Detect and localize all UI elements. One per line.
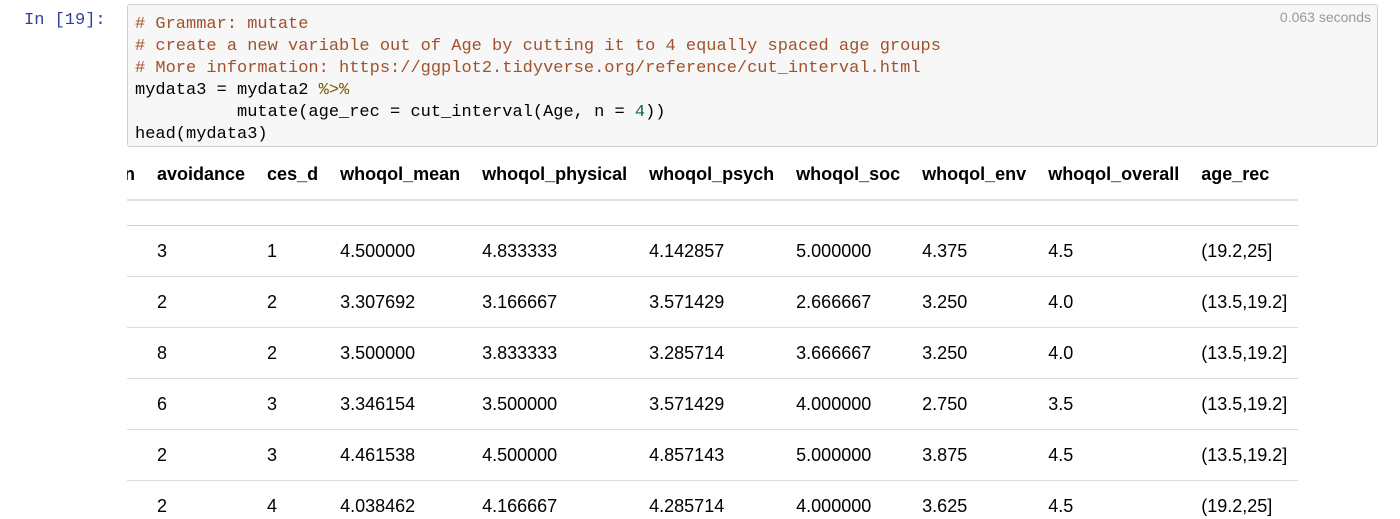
table-row: 8 2 3.500000 3.833333 3.285714 3.666667 … [127, 327, 1299, 379]
table-cell: 4.500000 [329, 225, 472, 277]
table-cell: 4.500000 [471, 429, 639, 481]
table-cell: 4.038462 [329, 480, 472, 519]
table-cell: 4.5 [1037, 225, 1191, 277]
table-cell: 2 [146, 429, 257, 481]
table-cell: 4.833333 [471, 225, 639, 277]
code-line: mydata3 = mydata2 [135, 81, 319, 100]
code-cell-input[interactable]: 0.063 seconds # Grammar: mutate # create… [127, 4, 1378, 147]
table-cell: 5.000000 [785, 429, 912, 481]
table-cell: (13.5,19.2] [1190, 429, 1299, 481]
table-cell: 3.625 [911, 480, 1038, 519]
table-cell: 2 [256, 327, 330, 379]
table-cell: 2 [146, 276, 257, 328]
table-cell: 2 [146, 480, 257, 519]
table-cell: 3.833333 [471, 327, 639, 379]
table-cell: 3.250 [911, 276, 1038, 328]
table-cell [127, 480, 146, 519]
table-row: 2 2 3.307692 3.166667 3.571429 2.666667 … [127, 276, 1299, 328]
cell-output: tion avoidance ces_d whoqol_mean whoqol_… [127, 150, 1380, 519]
table-row: 3 1 4.500000 4.833333 4.142857 5.000000 … [127, 225, 1299, 277]
table-spacer-row [127, 200, 1299, 226]
table-cell: 3.250 [911, 327, 1038, 379]
table-cell: 3 [256, 429, 330, 481]
table-cell: 3.285714 [638, 327, 786, 379]
table-cell: 3 [256, 378, 330, 430]
table-cell: 4.0 [1037, 276, 1191, 328]
table-cell: 4.142857 [638, 225, 786, 277]
table-cell: 4.000000 [785, 480, 912, 519]
table-cell: 4.857143 [638, 429, 786, 481]
table-cell: 3.166667 [471, 276, 639, 328]
column-header: age_rec [1190, 150, 1299, 201]
table-cell: 3.571429 [638, 276, 786, 328]
column-header: whoqol_overall [1037, 150, 1191, 201]
table-cell [127, 327, 146, 379]
table-cell: 4.5 [1037, 480, 1191, 519]
column-header: avoidance [146, 150, 257, 201]
column-header: whoqol_mean [329, 150, 472, 201]
table-cell: 3.5 [1037, 378, 1191, 430]
table-cell: 4.285714 [638, 480, 786, 519]
table-cell: (13.5,19.2] [1190, 276, 1299, 328]
execution-time: 0.063 seconds [1279, 9, 1371, 25]
code-number: 4 [634, 103, 646, 122]
table-cell [127, 378, 146, 430]
code-line: head(mydata3) [135, 125, 268, 144]
code-comment-line: # More information: https://ggplot2.tidy… [135, 59, 921, 78]
table-cell: 3.307692 [329, 276, 472, 328]
table-row: 2 4 4.038462 4.166667 4.285714 4.000000 … [127, 480, 1299, 519]
table-cell: 6 [146, 378, 257, 430]
table-cell: 2 [256, 276, 330, 328]
table-cell: 4 [256, 480, 330, 519]
table-cell: 4.375 [911, 225, 1038, 277]
column-header: whoqol_psych [638, 150, 786, 201]
code-line: )) [645, 103, 666, 122]
table-cell: 4.000000 [785, 378, 912, 430]
table-row: 6 3 3.346154 3.500000 3.571429 4.000000 … [127, 378, 1299, 430]
code-comment-line: # create a new variable out of Age by cu… [135, 37, 941, 56]
table-cell: 2.666667 [785, 276, 912, 328]
column-header: ces_d [256, 150, 330, 201]
column-header: whoqol_soc [785, 150, 912, 201]
table-cell: 3.346154 [329, 378, 472, 430]
table-row: 2 3 4.461538 4.500000 4.857143 5.000000 … [127, 429, 1299, 481]
table-cell: (19.2,25] [1190, 225, 1299, 277]
table-cell: 2.750 [911, 378, 1038, 430]
column-header: whoqol_env [911, 150, 1038, 201]
table-cell: 4.0 [1037, 327, 1191, 379]
table-cell: 4.5 [1037, 429, 1191, 481]
table-cell: (13.5,19.2] [1190, 327, 1299, 379]
table-header-row: tion avoidance ces_d whoqol_mean whoqol_… [127, 150, 1299, 201]
table-cell: (13.5,19.2] [1190, 378, 1299, 430]
table-cell: 4.461538 [329, 429, 472, 481]
table-cell: 1 [256, 225, 330, 277]
table-cell: 3 [146, 225, 257, 277]
code-line: mutate(age_rec = cut_interval(Age, n = [135, 103, 635, 122]
dataframe-table: tion avoidance ces_d whoqol_mean whoqol_… [127, 150, 1299, 519]
table-cell: (19.2,25] [1190, 480, 1299, 519]
cell-prompt: In [19]: [24, 11, 106, 30]
table-cell [127, 276, 146, 328]
pipe-operator: %>% [318, 81, 350, 100]
table-cell: 3.500000 [329, 327, 472, 379]
table-cell: 5.000000 [785, 225, 912, 277]
code-editor[interactable]: # Grammar: mutate # create a new variabl… [135, 14, 941, 146]
table-cell: 8 [146, 327, 257, 379]
code-comment-line: # Grammar: mutate [135, 15, 309, 34]
table-cell: 4.166667 [471, 480, 639, 519]
table-cell: 3.666667 [785, 327, 912, 379]
table-cell: 3.875 [911, 429, 1038, 481]
column-header: tion [127, 150, 146, 201]
table-cell: 3.571429 [638, 378, 786, 430]
column-header: whoqol_physical [471, 150, 639, 201]
table-cell [127, 429, 146, 481]
table-cell: 3.500000 [471, 378, 639, 430]
table-cell [127, 225, 146, 277]
